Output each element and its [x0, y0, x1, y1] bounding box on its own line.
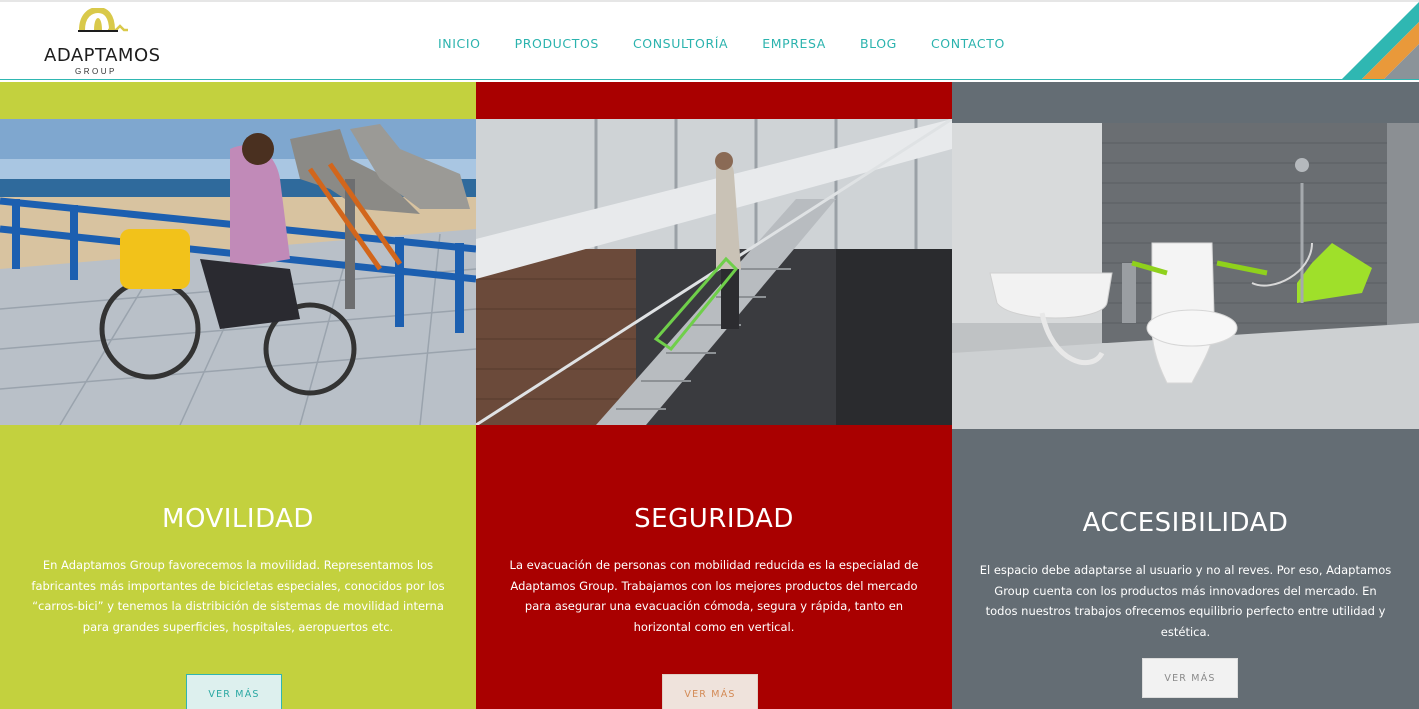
movilidad-photo [0, 119, 476, 425]
accesibilidad-section: ACCESIBILIDAD El espacio debe adaptarse … [952, 82, 1419, 709]
accesibilidad-ver-mas-button[interactable]: VER MÁS [1142, 658, 1238, 698]
nav-inicio[interactable]: INICIO [438, 36, 481, 51]
nav-productos[interactable]: PRODUCTOS [515, 36, 599, 51]
seguridad-title: SEGURIDAD [634, 504, 794, 534]
movilidad-ver-mas-button[interactable]: VER MÁS [186, 674, 282, 709]
seguridad-ver-mas-button[interactable]: VER MÁS [662, 674, 758, 709]
main-nav: INICIO PRODUCTOS CONSULTORÍA EMPRESA BLO… [438, 36, 1039, 51]
corner-decoration [1341, 2, 1419, 80]
logo-text: ADAPTAMOS [44, 45, 161, 66]
site-header: ADAPTAMOS GROUP INICIO PRODUCTOS CONSULT… [0, 0, 1419, 80]
seguridad-text: La evacuación de personas con mobilidad … [509, 558, 919, 634]
header-divider [0, 79, 1419, 80]
accesibilidad-photo [952, 123, 1419, 429]
movilidad-text: En Adaptamos Group favorecemos la movili… [31, 558, 445, 634]
seguridad-section: SEGURIDAD La evacuación de personas con … [476, 82, 952, 709]
movilidad-section: MOVILIDAD En Adaptamos Group favorecemos… [0, 82, 476, 709]
site-logo[interactable]: ADAPTAMOS GROUP [44, 8, 164, 78]
nav-consultoria[interactable]: CONSULTORÍA [633, 36, 728, 51]
logo-icon [78, 8, 128, 32]
seguridad-photo [476, 119, 952, 425]
accesibilidad-title: ACCESIBILIDAD [1082, 508, 1289, 538]
nav-empresa[interactable]: EMPRESA [762, 36, 826, 51]
nav-contacto[interactable]: CONTACTO [931, 36, 1005, 51]
nav-blog[interactable]: BLOG [860, 36, 897, 51]
logo-subtitle: GROUP [75, 67, 117, 76]
accesibilidad-text: El espacio debe adaptarse al usuario y n… [979, 563, 1392, 639]
movilidad-title: MOVILIDAD [162, 504, 314, 534]
